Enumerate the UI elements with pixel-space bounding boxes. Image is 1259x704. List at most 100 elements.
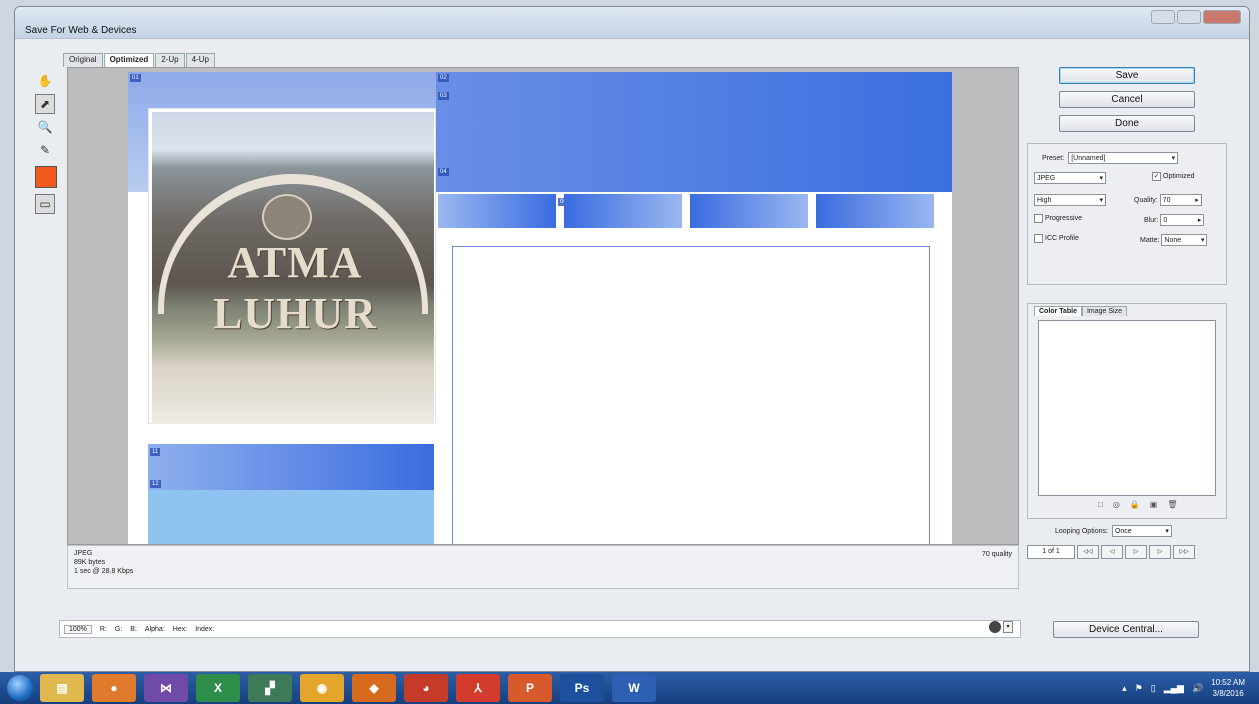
info-quality: 70 quality xyxy=(982,551,1012,558)
progressive-checkbox[interactable] xyxy=(1034,214,1043,223)
save-button[interactable]: Save xyxy=(1059,67,1195,84)
frame-count: 1 of 1 xyxy=(1027,545,1075,559)
title-bar: Save For Web & Devices xyxy=(15,7,1249,39)
photoshop-icon[interactable]: Ps xyxy=(560,674,604,702)
next-frame-button[interactable]: ▷ xyxy=(1149,545,1171,559)
crest-emblem xyxy=(262,194,312,240)
zoom-tool-icon[interactable]: 🔍 xyxy=(35,117,55,137)
powerpoint-red-icon[interactable]: ◆ xyxy=(352,674,396,702)
color-table-grid[interactable] xyxy=(1038,320,1216,496)
device-central-button[interactable]: Device Central... xyxy=(1053,621,1199,638)
windows-taskbar: ▤ ● ⋈ X ▞ ◉ ◆ ◕ ⅄ P Ps W ▴ ⚑ ▯ ▂▄▆ 🔊 10:… xyxy=(0,672,1259,704)
minimize-button[interactable] xyxy=(1151,10,1175,24)
r-field: R: xyxy=(99,625,107,633)
slice-label: 01 xyxy=(130,74,141,82)
matte-select[interactable]: None ▾ xyxy=(1161,234,1208,246)
matte-label: Matte: xyxy=(1140,236,1160,244)
flag-icon[interactable]: ⚑ xyxy=(1135,683,1143,694)
toolbox: ✋ ⬈ 🔍 ✎ ▭ xyxy=(35,71,57,217)
visual-studio-icon[interactable]: ⋈ xyxy=(144,674,188,702)
tab-optimized[interactable]: Optimized xyxy=(103,53,155,67)
nav-tiles xyxy=(438,194,934,228)
acrobat-icon[interactable]: ⅄ xyxy=(456,674,500,702)
toggle-slices-icon[interactable]: ▭ xyxy=(35,194,55,214)
tab-color-table[interactable]: Color Table xyxy=(1034,306,1082,316)
start-button[interactable] xyxy=(0,672,40,704)
tab-image-size[interactable]: Image Size xyxy=(1081,306,1128,316)
tab-4-up[interactable]: 4-Up xyxy=(185,53,215,67)
done-button[interactable]: Done xyxy=(1059,115,1195,132)
looping-select[interactable]: Once ▾ xyxy=(1111,525,1172,537)
bottom-toolbar: 100% R: G: B: Alpha: Hex: Index: xyxy=(59,620,1021,638)
slice-select-tool-icon[interactable]: ⬈ xyxy=(35,94,55,114)
info-format: JPEG xyxy=(74,550,93,557)
windows-orb-icon xyxy=(7,675,33,701)
network-icon[interactable]: ▞ xyxy=(248,674,292,702)
slice-label: 02 xyxy=(438,74,449,82)
chrome-icon[interactable]: ◕ xyxy=(404,674,448,702)
sidebar-slice xyxy=(148,444,434,490)
play-button[interactable]: ▷ xyxy=(1125,545,1147,559)
optimized-checkbox[interactable]: ✓ xyxy=(1152,172,1161,181)
media-icon[interactable]: ◉ xyxy=(300,674,344,702)
progressive-label: Progressive xyxy=(1045,215,1082,222)
hand-tool-icon[interactable]: ✋ xyxy=(35,71,55,91)
firefox-icon[interactable]: ● xyxy=(92,674,136,702)
eyedropper-color-swatch[interactable] xyxy=(35,166,57,188)
add-color-icon[interactable]: ▣ xyxy=(1150,500,1158,509)
slice-label: 11 xyxy=(150,448,161,456)
preset-select[interactable]: [Unnamed] ▾ xyxy=(1068,152,1179,164)
volume-icon[interactable]: 🔊 xyxy=(1192,683,1203,694)
window-controls xyxy=(1151,10,1241,24)
battery-icon[interactable]: ▯ xyxy=(1151,683,1156,694)
footer-slice xyxy=(148,490,434,544)
quality-level-select[interactable]: High ▾ xyxy=(1034,194,1106,206)
icc-profile-label: ICC Profile xyxy=(1045,235,1079,242)
powerpoint-icon[interactable]: P xyxy=(508,674,552,702)
preset-label: Preset: xyxy=(1042,154,1065,162)
new-color-icon[interactable]: □ xyxy=(1098,500,1103,509)
blur-input[interactable]: 0 ▸ xyxy=(1160,214,1205,226)
info-size: 89K bytes xyxy=(74,559,106,566)
icc-profile-checkbox[interactable] xyxy=(1034,234,1043,243)
color-table-icons: □ ◎ 🔒 ▣ 🗑 xyxy=(1098,500,1178,509)
web-shift-icon[interactable]: ◎ xyxy=(1113,500,1120,509)
tab-2-up[interactable]: 2-Up xyxy=(155,53,185,67)
nav-tile xyxy=(690,194,808,228)
quality-label: Quality: xyxy=(1134,196,1158,204)
first-frame-button[interactable]: ◁◁ xyxy=(1077,545,1099,559)
clock[interactable]: 10:52 AM 3/8/2016 xyxy=(1211,677,1245,699)
clock-time: 10:52 AM xyxy=(1211,678,1245,687)
zoom-select[interactable]: 100% xyxy=(64,624,92,634)
browser-globe-icon[interactable] xyxy=(989,621,1001,633)
save-for-web-dialog: Save For Web & Devices ✋ ⬈ 🔍 ✎ ▭ Origina… xyxy=(14,6,1250,672)
view-tabs: Original Optimized 2-Up 4-Up xyxy=(63,53,216,67)
last-frame-button[interactable]: ▷▷ xyxy=(1173,545,1195,559)
slice-label: 03 xyxy=(438,92,449,100)
tray-arrow-icon[interactable]: ▴ xyxy=(1122,683,1127,694)
word-icon[interactable]: W xyxy=(612,674,656,702)
browser-dropdown[interactable]: ▾ xyxy=(1003,621,1013,633)
format-select[interactable]: JPEG ▾ xyxy=(1034,172,1106,184)
photo-image: ATMA LUHUR xyxy=(152,112,434,424)
color-table-panel: Color Table Image Size □ ◎ 🔒 ▣ 🗑 xyxy=(1027,303,1227,519)
preview-canvas[interactable]: 01 02 03 04 05 06 07 ATMA LUHUR xyxy=(128,72,952,544)
slice-label: 04 xyxy=(438,168,449,176)
signal-icon[interactable]: ▂▄▆ xyxy=(1164,683,1184,694)
preview-viewport[interactable]: 01 02 03 04 05 06 07 ATMA LUHUR xyxy=(67,67,1019,545)
nav-tile xyxy=(438,194,556,228)
eyedropper-tool-icon[interactable]: ✎ xyxy=(35,140,55,160)
looping-options: Looping Options: Once ▾ xyxy=(1055,525,1172,537)
excel-icon[interactable]: X xyxy=(196,674,240,702)
tab-original[interactable]: Original xyxy=(63,53,103,67)
content-slice xyxy=(452,246,930,544)
maximize-button[interactable] xyxy=(1177,10,1201,24)
close-button[interactable] xyxy=(1203,10,1241,24)
cancel-button[interactable]: Cancel xyxy=(1059,91,1195,108)
quality-input[interactable]: 70 ▸ xyxy=(1159,194,1202,206)
prev-frame-button[interactable]: ◁ xyxy=(1101,545,1123,559)
lock-color-icon[interactable]: 🔒 xyxy=(1130,500,1140,509)
delete-color-icon[interactable]: 🗑 xyxy=(1167,500,1177,509)
g-field: G: xyxy=(114,625,123,633)
explorer-icon[interactable]: ▤ xyxy=(40,674,84,702)
